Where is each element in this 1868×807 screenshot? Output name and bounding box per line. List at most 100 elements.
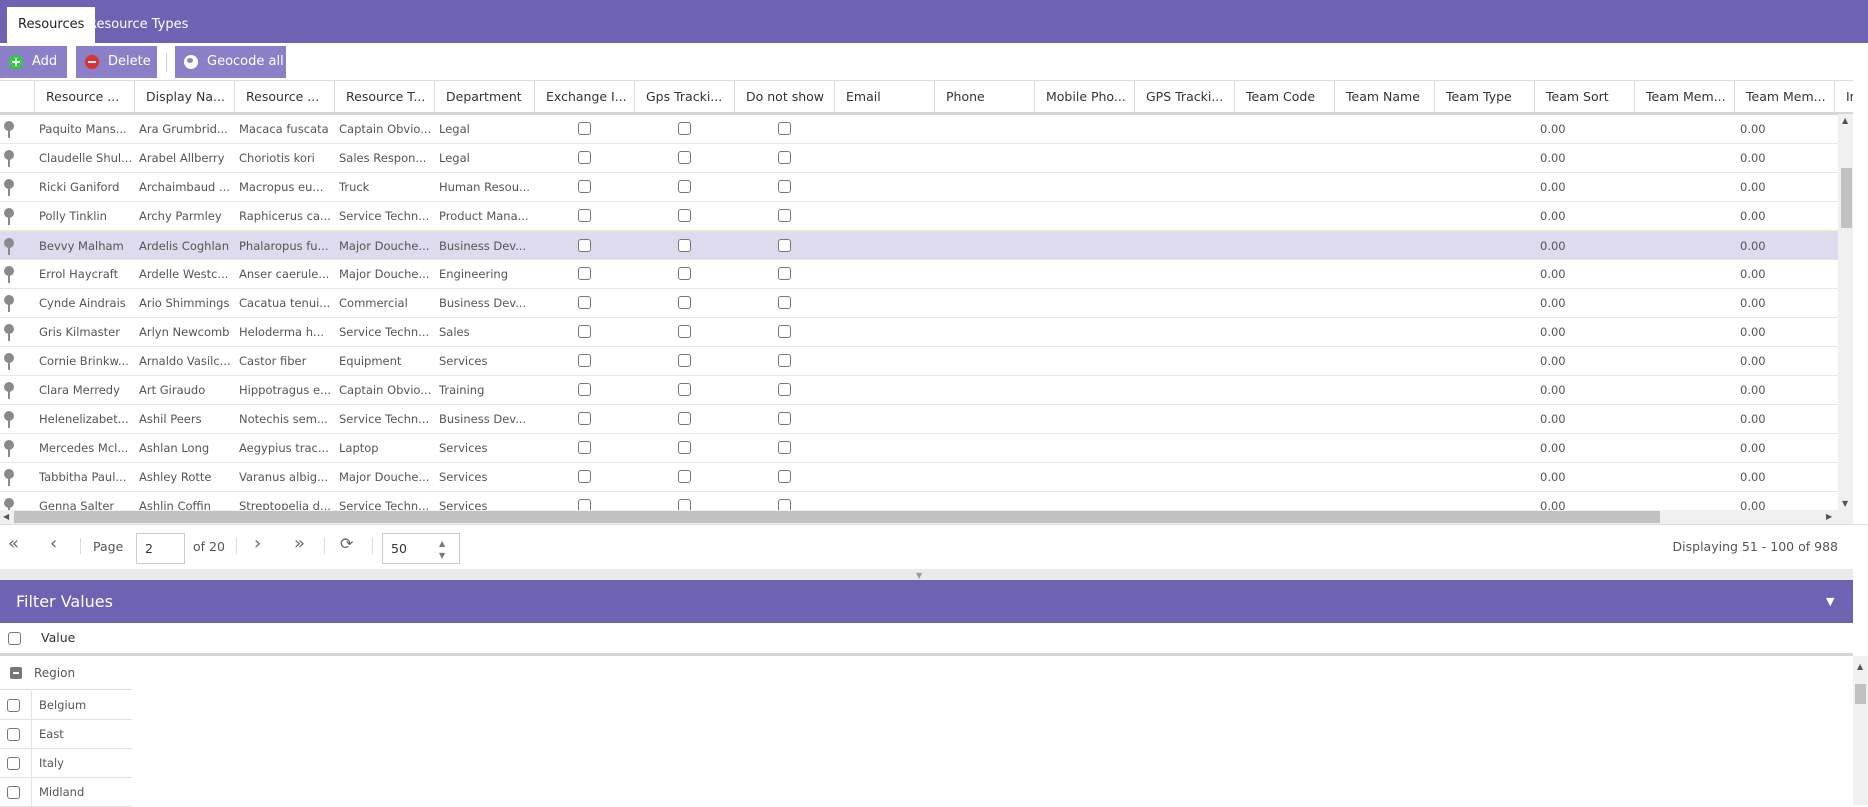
do-not-show-checkbox[interactable] [778,470,791,483]
map-pin-icon[interactable] [4,324,14,341]
exchange-checkbox[interactable] [578,239,591,252]
panel-splitter[interactable]: ▼ [0,569,1853,580]
filter-dropdown-icon[interactable]: ▼ [1826,580,1834,623]
filter-item-checkbox[interactable] [7,728,20,741]
column-header[interactable]: Resource ... [234,81,334,112]
prev-page-icon[interactable]: ‹ [50,535,57,553]
exchange-checkbox[interactable] [578,296,591,309]
column-header[interactable]: Display Na... [134,81,234,112]
refresh-icon[interactable]: ⟳ [340,535,353,553]
add-button[interactable]: Add [0,46,67,78]
gps-tracking-checkbox[interactable] [678,325,691,338]
table-row[interactable]: Claudelle Shul... Arabel Allberry Chorioti… [0,144,1838,173]
filter-item[interactable]: East [0,720,132,749]
scroll-left-icon[interactable]: ◀ [3,512,9,521]
do-not-show-checkbox[interactable] [778,412,791,425]
table-row[interactable]: Genna Salter Ashlin Coffin Streptopelia d.… [0,492,1838,511]
exchange-checkbox[interactable] [578,325,591,338]
do-not-show-checkbox[interactable] [778,267,791,280]
do-not-show-checkbox[interactable] [778,239,791,252]
gps-tracking-checkbox[interactable] [678,383,691,396]
table-row[interactable]: Tabbitha Paul... Ashley Rotte Varanus albi… [0,463,1838,492]
exchange-checkbox[interactable] [578,122,591,135]
table-row[interactable]: Polly Tinklin Archy Parmley Raphicerus ca.… [0,202,1838,231]
table-row[interactable]: Gris Kilmaster Arlyn Newcomb Heloderma h..… [0,318,1838,347]
scroll-right-icon[interactable]: ▶ [1826,512,1832,521]
gps-tracking-checkbox[interactable] [678,122,691,135]
page-size-stepper[interactable]: 50 ▲ ▼ [382,533,460,564]
exchange-checkbox[interactable] [578,470,591,483]
map-pin-icon[interactable] [4,121,14,138]
map-pin-icon[interactable] [4,150,14,167]
column-header[interactable]: Do not show [734,81,834,112]
column-header[interactable]: Team Mem... [1734,81,1834,112]
table-row[interactable]: Cynde Aindrais Ario Shimmings Cacatua tenu… [0,289,1838,318]
exchange-checkbox[interactable] [578,412,591,425]
grid-vertical-scroll-thumb[interactable] [1841,168,1852,228]
table-row[interactable]: Mercedes Mcl... Ashlan Long Aegypius trac.… [0,434,1838,463]
map-pin-icon[interactable] [4,382,14,399]
exchange-checkbox[interactable] [578,441,591,454]
gps-tracking-checkbox[interactable] [678,151,691,164]
column-header[interactable]: Team Type [1434,81,1534,112]
scroll-up-icon[interactable]: ▲ [1842,116,1848,125]
map-pin-icon[interactable] [4,238,14,255]
table-row[interactable]: Paquito Mans... Ara Grumbrid... Macaca fus… [0,115,1838,144]
gps-tracking-checkbox[interactable] [678,209,691,222]
do-not-show-checkbox[interactable] [778,180,791,193]
gps-tracking-checkbox[interactable] [678,296,691,309]
column-header[interactable]: Team Code [1234,81,1334,112]
column-header[interactable]: Resource T... [334,81,434,112]
tab-resource-types[interactable]: Resource Types [77,7,199,43]
do-not-show-checkbox[interactable] [778,151,791,164]
filter-item[interactable]: Belgium [0,691,132,720]
filter-scroll-thumb[interactable] [1855,684,1866,704]
delete-button[interactable]: Delete [76,46,157,78]
column-header[interactable]: Phone [934,81,1034,112]
column-header[interactable]: Team Mem... [1634,81,1734,112]
scroll-up-icon[interactable]: ▲ [1857,662,1863,671]
last-page-icon[interactable]: » [294,535,305,553]
next-page-icon[interactable]: › [254,535,261,553]
column-header[interactable]: In S [1834,81,1853,112]
gps-tracking-checkbox[interactable] [678,267,691,280]
do-not-show-checkbox[interactable] [778,354,791,367]
map-pin-icon[interactable] [4,179,14,196]
table-row[interactable]: Cornie Brinkw... Arnaldo Vasilc... Castor … [0,347,1838,376]
do-not-show-checkbox[interactable] [778,325,791,338]
column-header[interactable]: Email [834,81,934,112]
column-header[interactable]: Team Sort [1534,81,1634,112]
exchange-checkbox[interactable] [578,267,591,280]
filter-item-checkbox[interactable] [7,786,20,799]
exchange-checkbox[interactable] [578,383,591,396]
exchange-checkbox[interactable] [578,180,591,193]
column-header[interactable]: Team Name [1334,81,1434,112]
filter-vertical-scrollbar[interactable]: ▲ [1853,656,1868,805]
map-pin-icon[interactable] [4,469,14,486]
gps-tracking-checkbox[interactable] [678,470,691,483]
column-header[interactable]: Resource ... [34,81,134,112]
do-not-show-checkbox[interactable] [778,441,791,454]
exchange-checkbox[interactable] [578,151,591,164]
gps-tracking-checkbox[interactable] [678,354,691,367]
column-header[interactable]: GPS Tracki... [1134,81,1234,112]
do-not-show-checkbox[interactable] [778,122,791,135]
map-pin-icon[interactable] [4,353,14,370]
stepper-arrows-icon[interactable]: ▲ ▼ [439,534,445,562]
filter-item[interactable]: Italy [0,749,132,778]
table-row[interactable]: Errol Haycraft Ardelle Westc... Anser caer… [0,260,1838,289]
column-header[interactable]: Department [434,81,534,112]
scroll-down-icon[interactable]: ▼ [1842,499,1848,508]
gps-tracking-checkbox[interactable] [678,239,691,252]
page-number-input[interactable]: 2 [136,533,185,564]
column-header[interactable]: Gps Tracki... [634,81,734,112]
exchange-checkbox[interactable] [578,354,591,367]
filter-item[interactable]: Midland [0,778,132,807]
column-header[interactable]: Mobile Pho... [1034,81,1134,112]
map-pin-icon[interactable] [4,208,14,225]
table-row[interactable]: Helenelizabet... Ashil Peers Notechis sem.… [0,405,1838,434]
do-not-show-checkbox[interactable] [778,296,791,309]
region-group-row[interactable]: Region [0,656,132,690]
table-row[interactable]: Ricki Ganiford Archaimbaud ... Macropus eu… [0,173,1838,202]
map-pin-icon[interactable] [4,295,14,312]
